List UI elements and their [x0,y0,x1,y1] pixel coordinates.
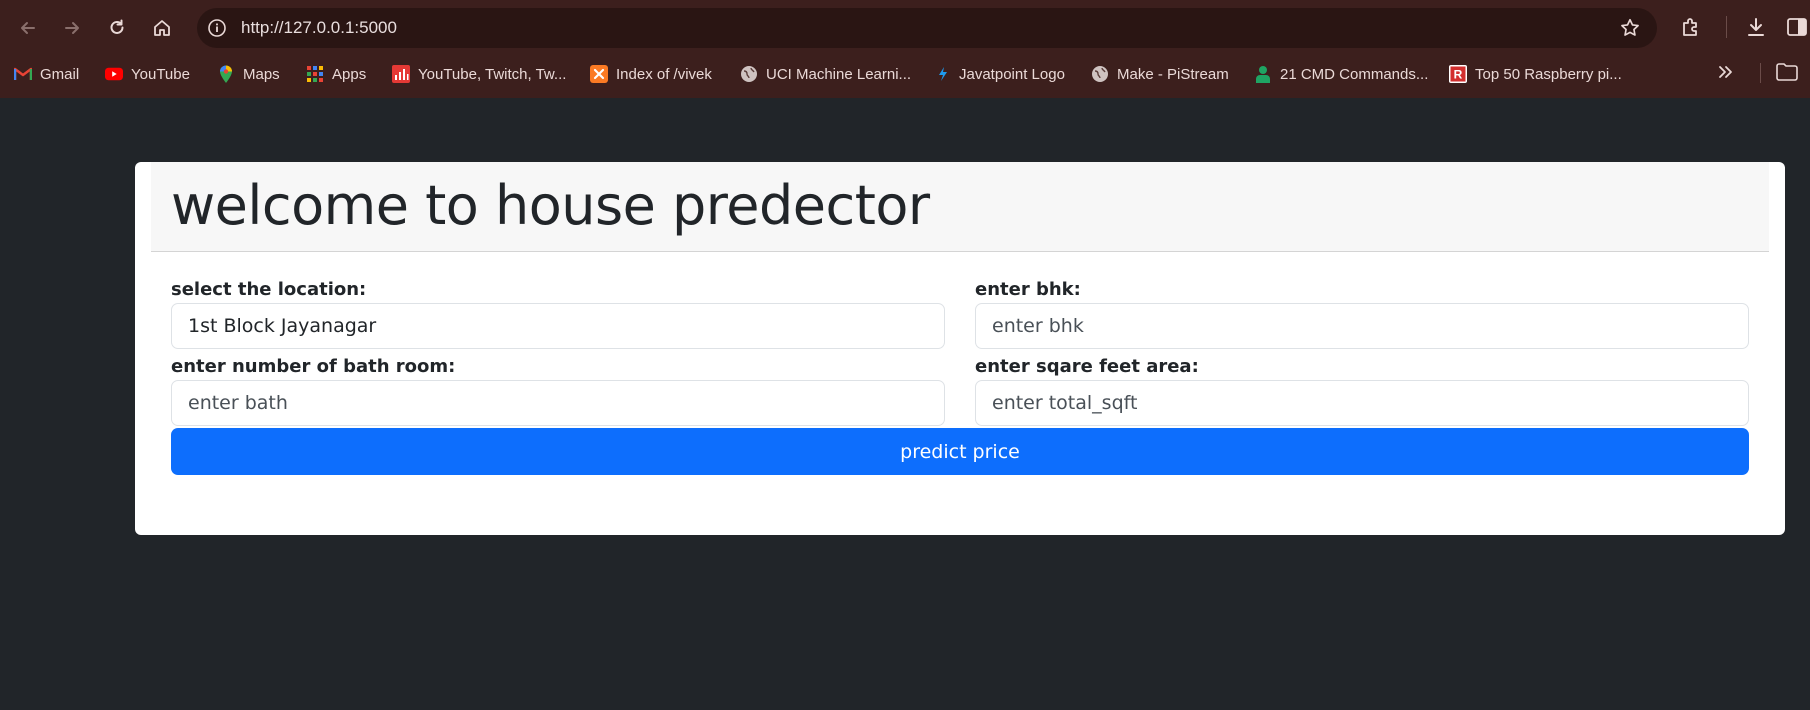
globe-icon [1091,65,1109,83]
puzzle-icon [1683,18,1697,36]
reload-icon [110,19,124,34]
sqft-label: enter sqare feet area: [975,356,1199,377]
bath-label: enter number of bath room: [171,356,456,377]
globe-icon [740,65,758,83]
site-info-icon[interactable] [207,18,227,38]
url-text[interactable]: http://127.0.0.1:5000 [241,18,397,38]
browser-toolbar: http://127.0.0.1:5000 [0,0,1810,54]
toolbar-divider [1726,16,1727,38]
reload-button[interactable] [101,12,133,44]
arrow-left-icon [21,22,35,34]
card-header: welcome to house predector [151,162,1769,252]
bath-input[interactable] [171,380,945,426]
extensions-button[interactable] [1678,14,1704,40]
home-icon [154,20,170,36]
bookmark-youtube-twitch[interactable]: YouTube, Twitch, Tw... [392,63,566,85]
address-bar[interactable]: http://127.0.0.1:5000 [197,8,1657,48]
person-icon [1254,65,1272,83]
bookmark-cmd-commands[interactable]: 21 CMD Commands... [1254,63,1428,85]
gmail-icon [14,65,32,83]
maps-icon [217,65,235,83]
bookmark-javatpoint[interactable]: Javatpoint Logo [933,63,1065,85]
bhk-label: enter bhk: [975,279,1081,300]
side-panel-icon [1787,18,1807,36]
arrow-right-icon [65,22,79,34]
bhk-input[interactable] [975,303,1749,349]
bookmark-gmail[interactable]: Gmail [14,63,79,85]
home-button[interactable] [146,12,178,44]
location-select[interactable] [171,303,945,349]
xampp-icon [590,65,608,83]
bookmark-raspberry-pi[interactable]: R Top 50 Raspberry pi... [1449,63,1622,85]
bookmarks-divider [1760,63,1761,83]
javatpoint-icon [933,65,951,83]
folder-icon [1776,63,1798,81]
sqft-input[interactable] [975,380,1749,426]
browser-chrome: http://127.0.0.1:5000 Gmail YouTube Maps [0,0,1810,98]
back-button[interactable] [12,12,44,44]
bookmarks-overflow-button[interactable] [1716,63,1740,85]
bookmark-pistream[interactable]: Make - PiStream [1091,63,1229,85]
bookmark-apps[interactable]: Apps [306,63,366,85]
other-bookmarks-folder[interactable] [1776,63,1798,86]
download-icon [1748,18,1764,36]
forward-button[interactable] [56,12,88,44]
bookmark-star-icon[interactable] [1619,17,1641,39]
page-title: welcome to house predector [171,174,930,237]
bookmark-index-vivek[interactable]: Index of /vivek [590,63,712,85]
r-logo-icon: R [1449,65,1467,83]
apps-grid-icon [306,65,324,83]
double-chevron-right-icon [1719,66,1732,78]
side-panel-button[interactable] [1784,14,1810,40]
predict-price-button[interactable]: predict price [171,428,1749,475]
youtube-icon [105,65,123,83]
location-label: select the location: [171,279,367,300]
downloads-button[interactable] [1743,14,1769,40]
bookmark-uci[interactable]: UCI Machine Learni... [740,63,911,85]
svg-text:R: R [1454,68,1463,82]
bookmarks-bar: Gmail YouTube Maps Apps YouTube, Twitch,… [0,56,1810,92]
chart-icon [392,65,410,83]
bookmark-maps[interactable]: Maps [217,63,280,85]
bookmark-youtube[interactable]: YouTube [105,63,190,85]
predictor-card: welcome to house predector select the lo… [135,162,1785,535]
